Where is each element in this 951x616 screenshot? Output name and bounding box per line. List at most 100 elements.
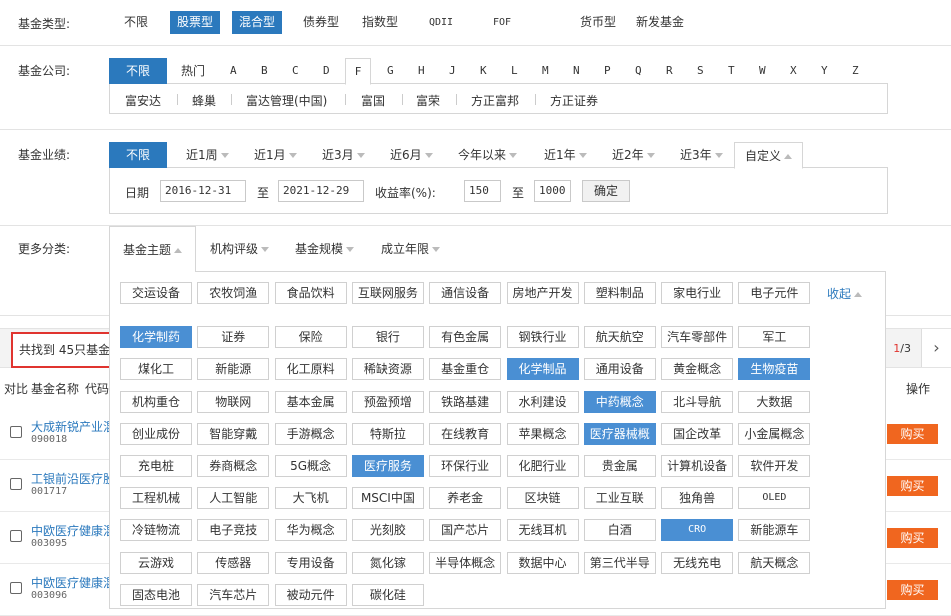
company-item[interactable]: 富安达	[125, 92, 161, 109]
theme-tag[interactable]: 碳化硅	[351, 583, 424, 606]
theme-tag[interactable]: 保险	[274, 326, 347, 349]
theme-tag[interactable]: 基本金属	[274, 390, 347, 413]
letter-n[interactable]: N	[573, 58, 580, 84]
theme-tag[interactable]: 中药概念	[583, 390, 656, 413]
next-page-icon[interactable]: ›	[921, 329, 951, 367]
theme-tag[interactable]: 电子元件	[738, 282, 811, 304]
theme-tag[interactable]: OLED	[738, 487, 811, 510]
theme-tag[interactable]: 基金重仓	[429, 358, 502, 381]
theme-tag[interactable]: 第三代半导	[583, 551, 656, 574]
theme-tag[interactable]: 交运设备	[120, 282, 192, 304]
tab-fund-theme[interactable]: 基金主题	[109, 226, 197, 272]
theme-tag[interactable]: 新能源车	[738, 519, 811, 542]
theme-tag[interactable]: 电子竞技	[197, 519, 270, 542]
tab-6-month[interactable]: 近6月	[390, 142, 433, 168]
type-option-hybrid[interactable]: 混合型	[232, 11, 283, 34]
tab-1-month[interactable]: 近1月	[254, 142, 297, 168]
letter-z[interactable]: Z	[852, 58, 859, 84]
theme-tag[interactable]: 专用设备	[274, 551, 347, 574]
theme-tag[interactable]: 氮化镓	[351, 551, 424, 574]
date-to-input[interactable]: 2021-12-29	[278, 180, 364, 202]
performance-any-button[interactable]: 不限	[109, 142, 167, 168]
theme-tag[interactable]: 固态电池	[120, 583, 192, 606]
compare-checkbox[interactable]	[10, 478, 22, 490]
letter-x[interactable]: X	[790, 58, 797, 84]
theme-tag[interactable]: 黄金概念	[661, 358, 734, 381]
letter-w[interactable]: W	[759, 58, 766, 84]
theme-tag[interactable]: 云游戏	[120, 551, 192, 574]
letter-l[interactable]: L	[511, 58, 518, 84]
theme-tag[interactable]: 养老金	[429, 487, 502, 510]
company-any-button[interactable]: 不限	[109, 58, 167, 84]
theme-tag[interactable]: 无线充电	[661, 551, 734, 574]
letter-j[interactable]: J	[449, 58, 456, 84]
letter-f[interactable]: F	[345, 58, 371, 85]
theme-tag[interactable]: 工业互联	[583, 487, 656, 510]
collapse-link[interactable]: 收起	[827, 285, 863, 302]
letter-a[interactable]: A	[230, 58, 237, 84]
theme-tag[interactable]: 食品饮料	[274, 282, 347, 304]
theme-tag[interactable]: 大飞机	[274, 487, 347, 510]
theme-tag[interactable]: 被动元件	[274, 583, 347, 606]
theme-tag[interactable]: 农牧饲渔	[197, 282, 270, 304]
theme-tag[interactable]: 航天航空	[583, 326, 656, 349]
fund-name-link[interactable]: 工银前沿医疗股票	[31, 470, 121, 487]
type-option-any[interactable]: 不限	[117, 11, 155, 34]
theme-tag[interactable]: 化肥行业	[506, 455, 579, 477]
theme-tag[interactable]: 航天概念	[738, 551, 811, 574]
tab-2-year[interactable]: 近2年	[612, 142, 655, 168]
theme-tag[interactable]: 特斯拉	[351, 422, 424, 445]
letter-c[interactable]: C	[292, 58, 299, 84]
tab-ytd[interactable]: 今年以来	[458, 142, 518, 168]
type-option-stock[interactable]: 股票型	[170, 11, 221, 34]
letter-b[interactable]: B	[261, 58, 268, 84]
theme-tag[interactable]: 新能源	[197, 358, 270, 381]
theme-tag[interactable]: 软件开发	[738, 455, 811, 477]
theme-tag[interactable]: 环保行业	[429, 455, 502, 477]
theme-tag[interactable]: 计算机设备	[661, 455, 734, 477]
theme-tag[interactable]: 小金属概念	[738, 422, 811, 445]
theme-tag[interactable]: 机构重仓	[120, 390, 192, 413]
type-option-money[interactable]: 货币型	[573, 11, 623, 34]
company-item[interactable]: 蜂巢	[192, 92, 216, 109]
theme-tag[interactable]: 区块链	[506, 487, 579, 510]
tab-establish-years[interactable]: 成立年限	[381, 240, 441, 257]
letter-k[interactable]: K	[480, 58, 487, 84]
theme-tag[interactable]: 化工原料	[274, 358, 347, 381]
theme-tag[interactable]: 钢铁行业	[506, 326, 579, 349]
type-option-fof[interactable]: FOF	[486, 11, 518, 34]
letter-y[interactable]: Y	[821, 58, 828, 84]
letter-g[interactable]: G	[387, 58, 394, 84]
yield-to-input[interactable]: 1000	[534, 180, 571, 202]
theme-tag[interactable]: 国企改革	[661, 422, 734, 445]
tab-fund-size[interactable]: 基金规模	[295, 240, 355, 257]
theme-tag[interactable]: 白酒	[583, 519, 656, 542]
theme-tag[interactable]: 苹果概念	[506, 422, 579, 445]
letter-p[interactable]: P	[604, 58, 611, 84]
theme-tag[interactable]: 华为概念	[274, 519, 347, 542]
company-item[interactable]: 富荣	[416, 92, 440, 109]
fund-name-link[interactable]: 大成新锐产业混合	[31, 418, 121, 435]
theme-tag[interactable]: 互联网服务	[351, 282, 424, 304]
theme-tag[interactable]: 无线耳机	[506, 519, 579, 542]
theme-tag[interactable]: 工程机械	[120, 487, 192, 510]
theme-tag[interactable]: 创业成份	[120, 422, 192, 445]
type-option-qdii[interactable]: QDII	[422, 11, 460, 34]
tab-1-year[interactable]: 近1年	[544, 142, 587, 168]
theme-tag[interactable]: 在线教育	[429, 422, 502, 445]
theme-tag[interactable]: 证券	[197, 326, 270, 349]
letter-t[interactable]: T	[728, 58, 735, 84]
theme-tag[interactable]: 水利建设	[506, 390, 579, 413]
tab-3-year[interactable]: 近3年	[680, 142, 723, 168]
theme-tag[interactable]: 化学制药	[120, 326, 192, 349]
company-item[interactable]: 方正证券	[550, 92, 598, 109]
type-option-bond[interactable]: 债券型	[296, 11, 346, 34]
theme-tag[interactable]: 通信设备	[429, 282, 502, 304]
theme-tag[interactable]: 智能穿戴	[197, 422, 270, 445]
company-item[interactable]: 富国	[361, 92, 385, 109]
theme-tag[interactable]: 传感器	[197, 551, 270, 574]
theme-tag[interactable]: 银行	[351, 326, 424, 349]
buy-button[interactable]: 购买	[887, 476, 938, 496]
fund-name-link[interactable]: 中欧医疗健康混合	[31, 574, 121, 591]
theme-tag[interactable]: 塑料制品	[583, 282, 656, 304]
